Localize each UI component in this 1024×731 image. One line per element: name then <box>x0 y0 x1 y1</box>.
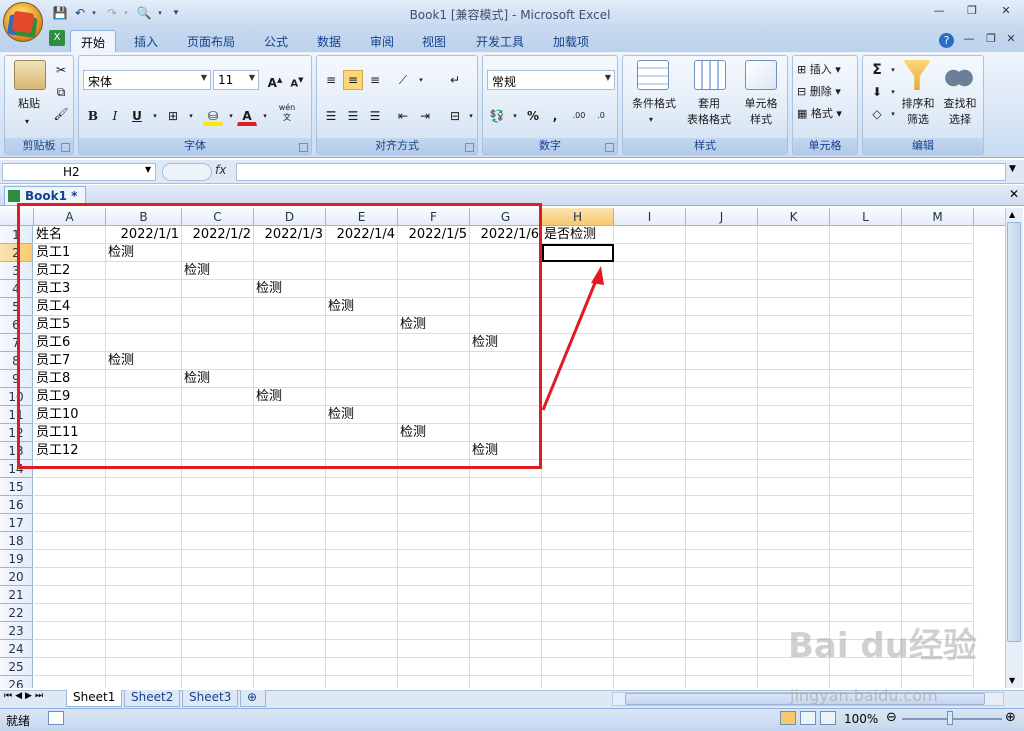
watermark-url: jingyan.baidu.com <box>790 686 938 705</box>
watermark-logo: Bai du经验 <box>788 626 977 666</box>
office-button[interactable] <box>3 2 43 42</box>
office-logo-icon <box>11 10 35 34</box>
selected-cell-h2[interactable] <box>542 244 614 262</box>
